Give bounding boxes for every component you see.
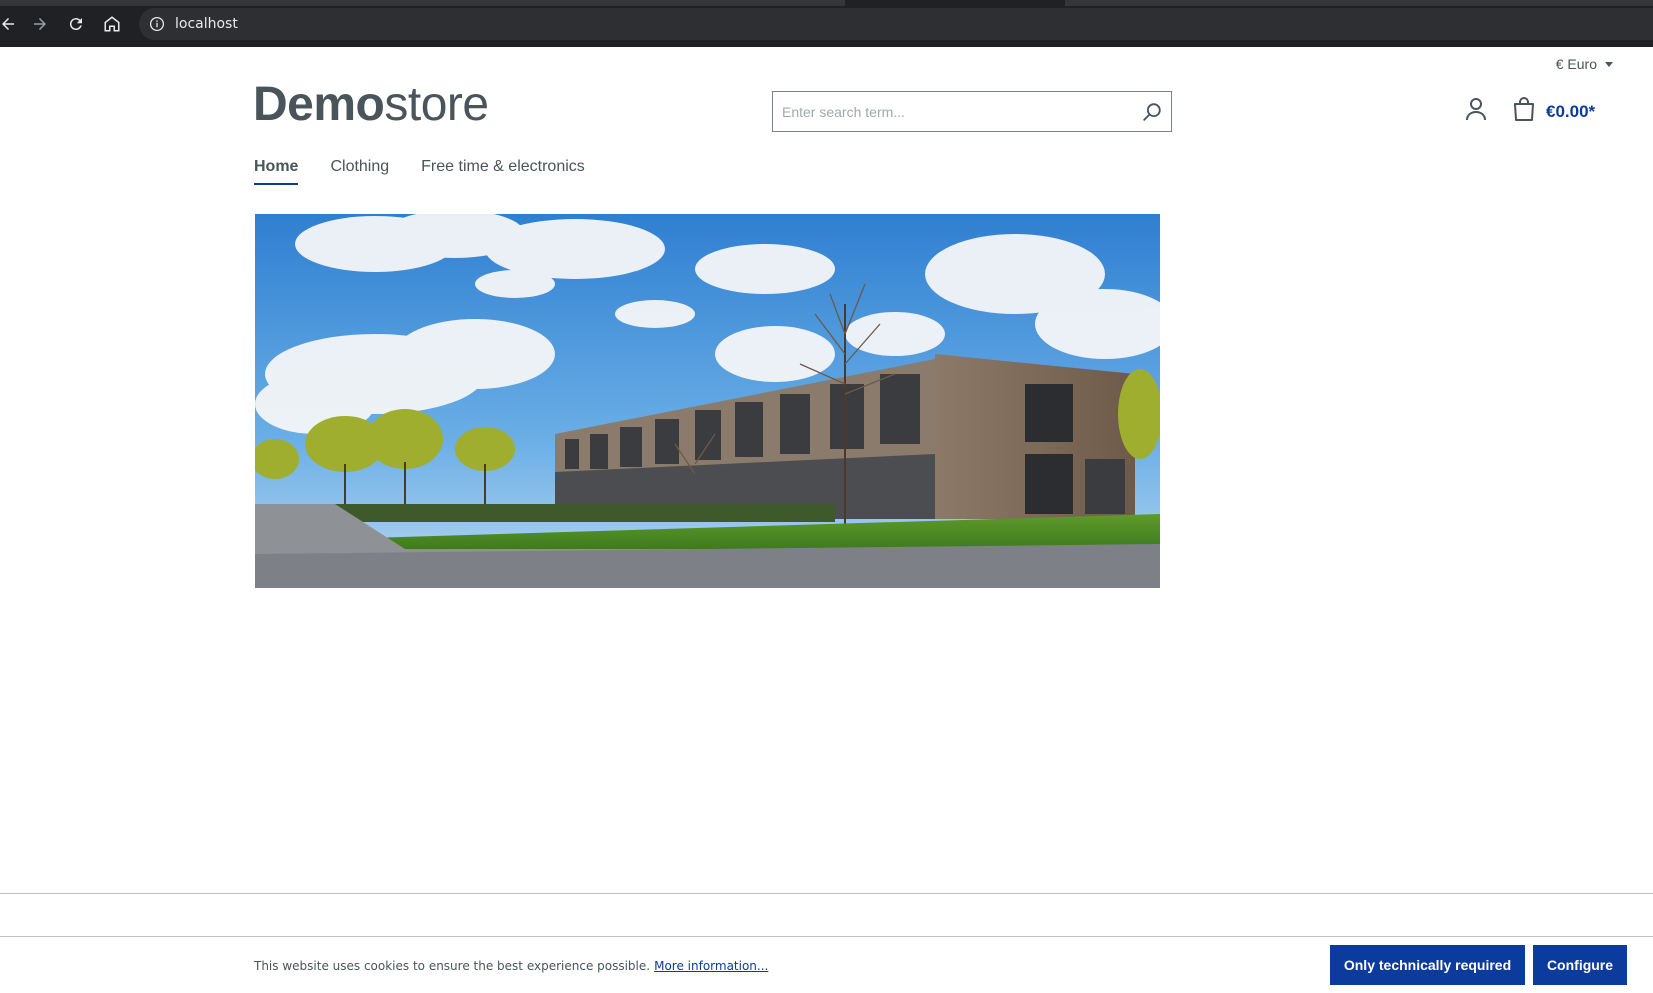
nav-item-home[interactable]: Home — [254, 158, 299, 185]
browser-tab-strip — [0, 0, 1653, 6]
caret-down-icon — [1605, 61, 1613, 67]
configure-button[interactable]: Configure — [1533, 945, 1627, 985]
main-navigation: Home Clothing Free time & electronics — [254, 158, 585, 185]
cookie-message-text: This website uses cookies to ensure the … — [254, 959, 651, 973]
back-icon[interactable] — [0, 12, 20, 36]
nav-item-free-time-electronics[interactable]: Free time & electronics — [421, 158, 585, 183]
browser-toolbar: localhost — [0, 0, 1653, 47]
footer-divider — [0, 893, 1653, 894]
logo-bold-text: Demo — [253, 78, 385, 131]
search-icon[interactable] — [1141, 101, 1163, 123]
store-logo[interactable]: Demostore — [253, 81, 489, 129]
cookie-message: This website uses cookies to ensure the … — [254, 959, 768, 973]
reload-icon[interactable] — [64, 12, 88, 36]
currency-label: € Euro — [1555, 56, 1597, 72]
url-text: localhost — [175, 16, 238, 32]
cart-icon[interactable] — [1511, 96, 1537, 122]
currency-selector[interactable]: € Euro — [1556, 56, 1613, 72]
site-info-icon[interactable] — [147, 14, 167, 34]
page: € Euro Demostore €0.00* Home Clothing Fr… — [0, 47, 1653, 993]
cart-total[interactable]: €0.00* — [1546, 102, 1595, 122]
address-bar[interactable]: localhost — [139, 8, 1653, 40]
only-technically-required-button[interactable]: Only technically required — [1330, 945, 1525, 985]
logo-light-text: store — [384, 78, 489, 131]
account-icon[interactable] — [1463, 96, 1489, 122]
search-box — [772, 91, 1172, 132]
nav-item-clothing[interactable]: Clothing — [330, 158, 389, 183]
cookie-consent-bar: This website uses cookies to ensure the … — [0, 936, 1653, 993]
hero-banner-image — [255, 214, 1160, 588]
forward-icon[interactable] — [28, 12, 52, 36]
home-icon[interactable] — [100, 12, 124, 36]
more-information-link[interactable]: More information... — [654, 959, 768, 973]
search-input[interactable] — [773, 92, 1123, 131]
